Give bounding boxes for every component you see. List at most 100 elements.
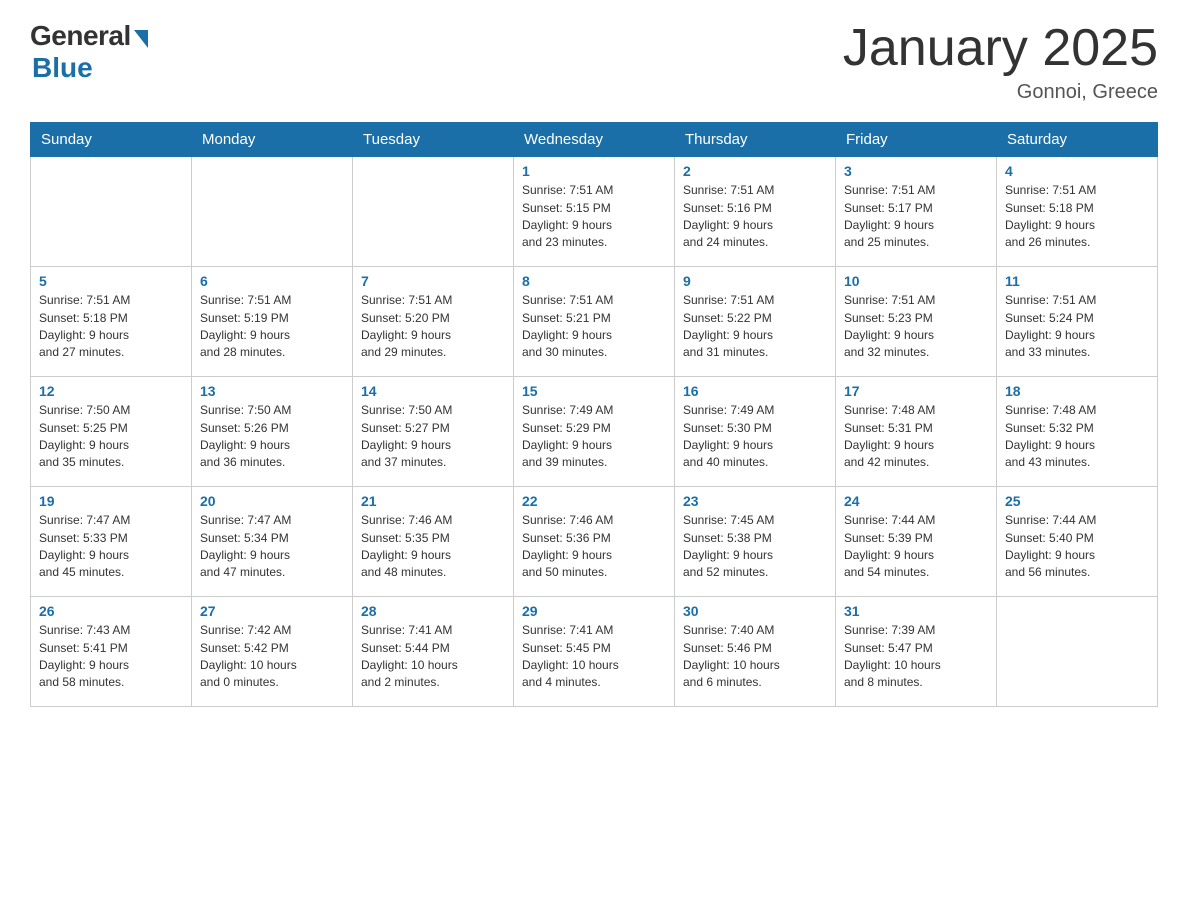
- cell-info-text: Sunrise: 7:41 AMSunset: 5:44 PMDaylight:…: [361, 622, 505, 692]
- calendar-cell: 31 Sunrise: 7:39 AMSunset: 5:47 PMDayligh…: [836, 597, 997, 707]
- cell-day-number: 4: [1005, 163, 1149, 179]
- cell-day-number: 20: [200, 493, 344, 509]
- cell-day-number: 22: [522, 493, 666, 509]
- calendar-cell: [353, 157, 514, 267]
- calendar-cell: 25 Sunrise: 7:44 AMSunset: 5:40 PMDayligh…: [997, 487, 1158, 597]
- calendar-cell: 6Sunrise: 7:51 AMSunset: 5:19 PMDaylight…: [192, 267, 353, 377]
- cell-info-text: Sunrise: 7:41 AMSunset: 5:45 PMDaylight:…: [522, 622, 666, 692]
- cell-day-number: 5: [39, 273, 183, 289]
- cell-info-text: Sunrise: 7:51 AMSunset: 5:23 PMDaylight:…: [844, 292, 988, 362]
- cell-day-number: 23: [683, 493, 827, 509]
- cell-day-number: 3: [844, 163, 988, 179]
- calendar-cell: 23 Sunrise: 7:45 AMSunset: 5:38 PMDayligh…: [675, 487, 836, 597]
- cell-day-number: 31: [844, 603, 988, 619]
- calendar-cell: [31, 157, 192, 267]
- logo-general-text: General: [30, 20, 131, 52]
- day-header-thursday: Thursday: [675, 123, 836, 157]
- calendar-cell: 30 Sunrise: 7:40 AMSunset: 5:46 PMDayligh…: [675, 597, 836, 707]
- page-header: General Blue January 2025 Gonnoi, Greece: [30, 20, 1158, 104]
- cell-info-text: Sunrise: 7:46 AMSunset: 5:36 PMDaylight:…: [522, 512, 666, 582]
- cell-info-text: Sunrise: 7:40 AMSunset: 5:46 PMDaylight:…: [683, 622, 827, 692]
- calendar-week-row: 26 Sunrise: 7:43 AMSunset: 5:41 PMDayligh…: [31, 597, 1158, 707]
- title-block: January 2025 Gonnoi, Greece: [843, 20, 1158, 104]
- cell-day-number: 2: [683, 163, 827, 179]
- calendar-week-row: 5 Sunrise: 7:51 AMSunset: 5:18 PMDaylight…: [31, 267, 1158, 377]
- cell-info-text: Sunrise: 7:51 AMSunset: 5:16 PMDaylight:…: [683, 182, 827, 252]
- calendar-cell: 10Sunrise: 7:51 AMSunset: 5:23 PMDayligh…: [836, 267, 997, 377]
- calendar-cell: 29 Sunrise: 7:41 AMSunset: 5:45 PMDayligh…: [514, 597, 675, 707]
- cell-day-number: 24: [844, 493, 988, 509]
- cell-day-number: 30: [683, 603, 827, 619]
- cell-info-text: Sunrise: 7:48 AMSunset: 5:32 PMDaylight:…: [1005, 402, 1149, 472]
- cell-info-text: Sunrise: 7:48 AMSunset: 5:31 PMDaylight:…: [844, 402, 988, 472]
- calendar-cell: 24 Sunrise: 7:44 AMSunset: 5:39 PMDayligh…: [836, 487, 997, 597]
- calendar-cell: 26 Sunrise: 7:43 AMSunset: 5:41 PMDayligh…: [31, 597, 192, 707]
- day-header-monday: Monday: [192, 123, 353, 157]
- cell-day-number: 26: [39, 603, 183, 619]
- calendar-table: SundayMondayTuesdayWednesdayThursdayFrid…: [30, 122, 1158, 707]
- calendar-cell: 15Sunrise: 7:49 AMSunset: 5:29 PMDayligh…: [514, 377, 675, 487]
- cell-day-number: 11: [1005, 273, 1149, 289]
- cell-day-number: 9: [683, 273, 827, 289]
- cell-info-text: Sunrise: 7:51 AMSunset: 5:17 PMDaylight:…: [844, 182, 988, 252]
- calendar-cell: 28 Sunrise: 7:41 AMSunset: 5:44 PMDayligh…: [353, 597, 514, 707]
- cell-info-text: Sunrise: 7:50 AMSunset: 5:27 PMDaylight:…: [361, 402, 505, 472]
- cell-info-text: Sunrise: 7:46 AMSunset: 5:35 PMDaylight:…: [361, 512, 505, 582]
- cell-info-text: Sunrise: 7:51 AMSunset: 5:19 PMDaylight:…: [200, 292, 344, 362]
- calendar-cell: 16 Sunrise: 7:49 AMSunset: 5:30 PMDayligh…: [675, 377, 836, 487]
- calendar-cell: 5 Sunrise: 7:51 AMSunset: 5:18 PMDaylight…: [31, 267, 192, 377]
- day-header-wednesday: Wednesday: [514, 123, 675, 157]
- cell-day-number: 8: [522, 273, 666, 289]
- calendar-header: SundayMondayTuesdayWednesdayThursdayFrid…: [31, 123, 1158, 157]
- logo: General Blue: [30, 20, 148, 84]
- calendar-title: January 2025: [843, 20, 1158, 77]
- cell-day-number: 28: [361, 603, 505, 619]
- cell-day-number: 18: [1005, 383, 1149, 399]
- calendar-cell: 13Sunrise: 7:50 AMSunset: 5:26 PMDayligh…: [192, 377, 353, 487]
- cell-info-text: Sunrise: 7:51 AMSunset: 5:15 PMDaylight:…: [522, 182, 666, 252]
- calendar-cell: 8 Sunrise: 7:51 AMSunset: 5:21 PMDaylight…: [514, 267, 675, 377]
- cell-info-text: Sunrise: 7:51 AMSunset: 5:22 PMDaylight:…: [683, 292, 827, 362]
- calendar-cell: 19 Sunrise: 7:47 AMSunset: 5:33 PMDayligh…: [31, 487, 192, 597]
- calendar-cell: 22 Sunrise: 7:46 AMSunset: 5:36 PMDayligh…: [514, 487, 675, 597]
- cell-info-text: Sunrise: 7:44 AMSunset: 5:40 PMDaylight:…: [1005, 512, 1149, 582]
- cell-day-number: 7: [361, 273, 505, 289]
- calendar-cell: [192, 157, 353, 267]
- cell-day-number: 16: [683, 383, 827, 399]
- cell-day-number: 12: [39, 383, 183, 399]
- calendar-cell: 3 Sunrise: 7:51 AMSunset: 5:17 PMDaylight…: [836, 157, 997, 267]
- cell-info-text: Sunrise: 7:51 AMSunset: 5:24 PMDaylight:…: [1005, 292, 1149, 362]
- day-header-tuesday: Tuesday: [353, 123, 514, 157]
- cell-info-text: Sunrise: 7:51 AMSunset: 5:21 PMDaylight:…: [522, 292, 666, 362]
- day-header-saturday: Saturday: [997, 123, 1158, 157]
- cell-info-text: Sunrise: 7:44 AMSunset: 5:39 PMDaylight:…: [844, 512, 988, 582]
- cell-day-number: 27: [200, 603, 344, 619]
- day-header-friday: Friday: [836, 123, 997, 157]
- calendar-cell: 20 Sunrise: 7:47 AMSunset: 5:34 PMDayligh…: [192, 487, 353, 597]
- calendar-cell: [997, 597, 1158, 707]
- cell-info-text: Sunrise: 7:39 AMSunset: 5:47 PMDaylight:…: [844, 622, 988, 692]
- cell-day-number: 14: [361, 383, 505, 399]
- cell-day-number: 19: [39, 493, 183, 509]
- cell-info-text: Sunrise: 7:43 AMSunset: 5:41 PMDaylight:…: [39, 622, 183, 692]
- cell-info-text: Sunrise: 7:47 AMSunset: 5:34 PMDaylight:…: [200, 512, 344, 582]
- calendar-cell: 1 Sunrise: 7:51 AMSunset: 5:15 PMDaylight…: [514, 157, 675, 267]
- cell-info-text: Sunrise: 7:47 AMSunset: 5:33 PMDaylight:…: [39, 512, 183, 582]
- cell-info-text: Sunrise: 7:45 AMSunset: 5:38 PMDaylight:…: [683, 512, 827, 582]
- cell-info-text: Sunrise: 7:51 AMSunset: 5:18 PMDaylight:…: [1005, 182, 1149, 252]
- calendar-cell: 4 Sunrise: 7:51 AMSunset: 5:18 PMDaylight…: [997, 157, 1158, 267]
- calendar-cell: 9 Sunrise: 7:51 AMSunset: 5:22 PMDaylight…: [675, 267, 836, 377]
- cell-info-text: Sunrise: 7:51 AMSunset: 5:18 PMDaylight:…: [39, 292, 183, 362]
- cell-info-text: Sunrise: 7:49 AMSunset: 5:30 PMDaylight:…: [683, 402, 827, 472]
- cell-info-text: Sunrise: 7:42 AMSunset: 5:42 PMDaylight:…: [200, 622, 344, 692]
- calendar-body: 1 Sunrise: 7:51 AMSunset: 5:15 PMDaylight…: [31, 157, 1158, 707]
- calendar-cell: 17Sunrise: 7:48 AMSunset: 5:31 PMDayligh…: [836, 377, 997, 487]
- cell-day-number: 29: [522, 603, 666, 619]
- cell-day-number: 1: [522, 163, 666, 179]
- day-header-sunday: Sunday: [31, 123, 192, 157]
- cell-day-number: 13: [200, 383, 344, 399]
- calendar-cell: 2 Sunrise: 7:51 AMSunset: 5:16 PMDaylight…: [675, 157, 836, 267]
- calendar-cell: 27 Sunrise: 7:42 AMSunset: 5:42 PMDayligh…: [192, 597, 353, 707]
- logo-arrow-icon: [134, 30, 148, 48]
- cell-day-number: 25: [1005, 493, 1149, 509]
